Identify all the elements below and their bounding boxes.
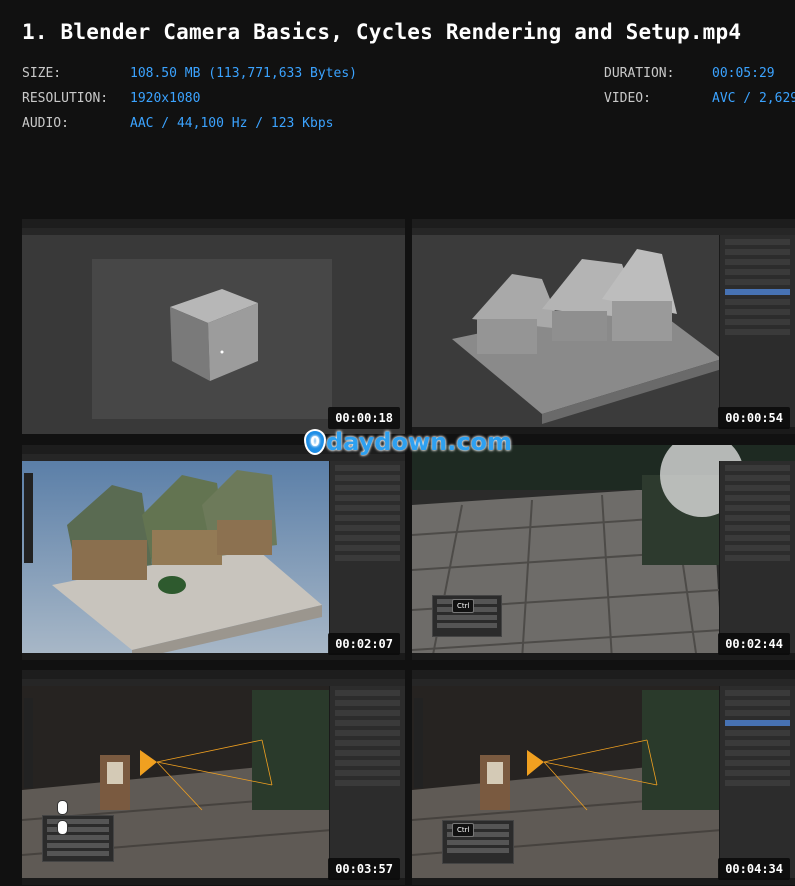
thumbnail-6[interactable]: Ctrl 00:04:34	[412, 670, 795, 885]
timestamp: 00:02:07	[328, 633, 400, 655]
properties-panel	[719, 461, 795, 653]
thumbnail-3[interactable]: 00:02:07	[22, 445, 405, 660]
duration-label: DURATION:	[604, 66, 675, 81]
meta-audio: AUDIO:	[22, 116, 69, 131]
resolution-label: RESOLUTION:	[22, 91, 109, 106]
app-menubar	[22, 679, 405, 686]
timestamp: 00:03:57	[328, 858, 400, 880]
video-label: VIDEO:	[604, 91, 651, 106]
resolution-value: 1920x1080	[130, 91, 201, 106]
size-label: SIZE:	[22, 66, 62, 81]
app-titlebar	[22, 670, 405, 679]
thumbnail-1[interactable]: 00:00:18	[22, 219, 405, 434]
meta-audio-value-wrap: AAC / 44,100 Hz / 123 Kbps	[130, 116, 334, 131]
timestamp: 00:00:54	[718, 407, 790, 429]
video-value: AVC / 2,629	[712, 91, 795, 106]
duration-value: 00:05:29	[712, 66, 775, 81]
context-popup	[42, 815, 114, 862]
toolbar	[24, 698, 33, 788]
meta-resolution-value-wrap: 1920x1080	[130, 91, 200, 106]
properties-panel	[719, 235, 795, 427]
meta-video-value-wrap: AVC / 2,629	[712, 91, 795, 106]
properties-panel	[719, 686, 795, 878]
thumbnail-2[interactable]: 00:00:54	[412, 219, 795, 434]
mouse-icon	[57, 820, 68, 835]
properties-panel	[329, 686, 405, 878]
audio-label: AUDIO:	[22, 116, 69, 131]
toolbar	[24, 473, 33, 563]
key-indicator: Ctrl	[452, 599, 475, 613]
timestamp: 00:04:34	[718, 858, 790, 880]
timestamp: 00:00:18	[328, 407, 400, 429]
meta-duration: DURATION:	[604, 66, 674, 81]
toolbar	[414, 698, 423, 788]
timestamp: 00:02:44	[718, 633, 790, 655]
video-title: 1. Blender Camera Basics, Cycles Renderi…	[22, 20, 742, 44]
meta-size: SIZE:	[22, 66, 61, 81]
scene-default-cube	[22, 235, 405, 434]
thumbnail-5[interactable]: 00:03:57	[22, 670, 405, 885]
drop-icon: 0	[306, 431, 324, 453]
app-menubar	[412, 228, 795, 235]
meta-video: VIDEO:	[604, 91, 651, 106]
thumbnail-grid: 00:00:18 00:00:54 00:02:07 Ctrl 00:02:44…	[22, 219, 795, 886]
properties-panel	[329, 461, 405, 653]
app-titlebar	[412, 219, 795, 228]
meta-resolution: RESOLUTION:	[22, 91, 108, 106]
mouse-icon	[57, 800, 68, 815]
app-titlebar	[412, 670, 795, 679]
key-indicator: Ctrl	[452, 823, 475, 837]
meta-size-value-wrap: 108.50 MB (113,771,633 Bytes)	[130, 66, 357, 81]
size-value: 108.50 MB (113,771,633 Bytes)	[130, 66, 357, 81]
meta-duration-value-wrap: 00:05:29	[712, 66, 775, 81]
audio-value: AAC / 44,100 Hz / 123 Kbps	[130, 116, 334, 131]
watermark-text: daydown.com	[326, 428, 513, 456]
app-menubar	[412, 679, 795, 686]
watermark-logo: 0 daydown.com	[306, 428, 512, 456]
thumbnail-4[interactable]: Ctrl 00:02:44	[412, 445, 795, 660]
